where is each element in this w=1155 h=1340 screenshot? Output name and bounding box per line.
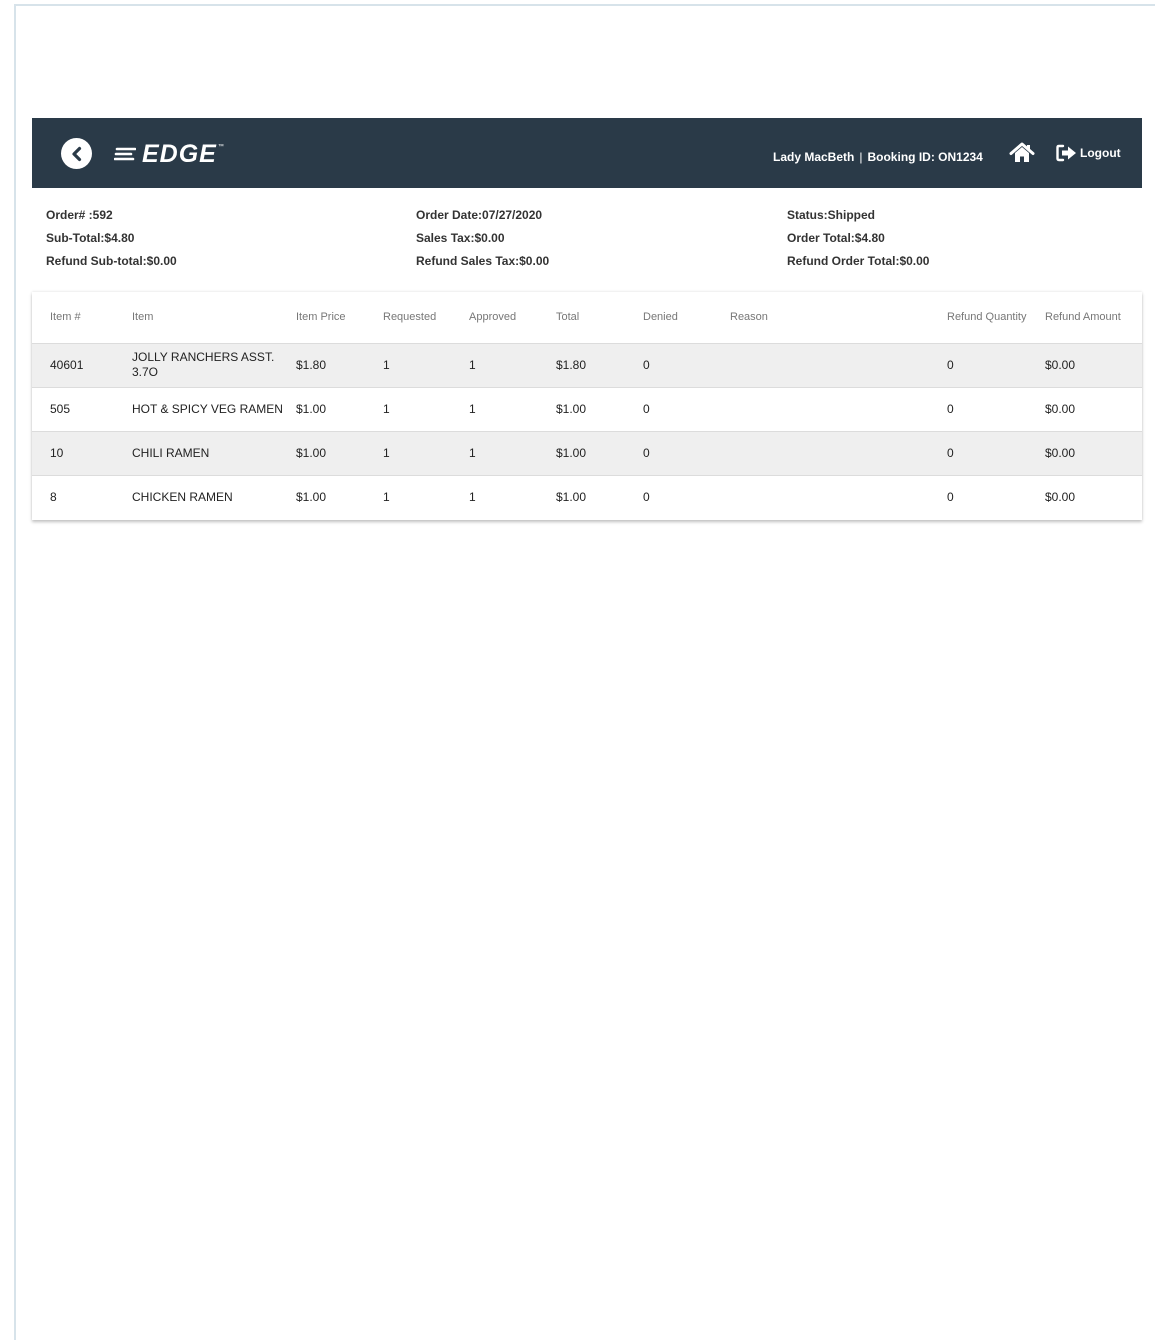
column-header: Requested <box>365 292 451 344</box>
cell-refund-quantity: 0 <box>947 489 954 504</box>
sub-total: Sub-Total:$4.80 <box>46 231 135 245</box>
cell-reason <box>712 431 929 476</box>
cell-item-price: $1.80 <box>278 343 365 388</box>
order-total: Order Total:$4.80 <box>787 231 885 245</box>
order-number: Order# :592 <box>46 208 113 222</box>
column-header: Total <box>538 292 625 344</box>
logo-bars-icon <box>114 147 136 161</box>
cell-item-name: JOLLY RANCHERS ASST. 3.7O <box>114 343 278 388</box>
edge-logo: EDGE ™ <box>114 140 224 168</box>
table-row: 10 CHILI RAMEN $1.00 1 1 $1.00 0 0 $0.00 <box>32 431 1142 476</box>
cell-denied: 0 <box>625 387 712 432</box>
cell-item-number: 505 <box>32 387 114 432</box>
order-items-table: Item # Item Item Price Requested Approve… <box>32 292 1142 520</box>
cell-refund-quantity: 0 <box>929 431 1027 476</box>
top-navbar: EDGE ™ Lady MacBeth | Booking ID: ON1234 L… <box>32 118 1142 188</box>
cell-requested: 1 <box>365 343 451 388</box>
refund-sub-total: Refund Sub-total:$0.00 <box>46 254 177 268</box>
order-date: Order Date:07/27/2020 <box>416 208 543 222</box>
cell-item-number: 10 <box>32 431 114 476</box>
cell-item-price: $1.00 <box>296 489 327 504</box>
cell-requested: 1 <box>365 431 451 476</box>
column-header: Item <box>114 292 278 344</box>
summary-column-1: Order# :592 Sub-Total:$4.80 Refund Sub-t… <box>46 208 177 277</box>
cell-approved: 1 <box>451 431 538 476</box>
column-header: Refund Quantity <box>929 292 1027 344</box>
refund-sales-tax: Refund Sales Tax:$0.00 <box>416 254 550 268</box>
cell-refund-amount: $0.00 <box>1027 431 1142 476</box>
cell-total: $1.00 <box>538 431 625 476</box>
logo-trademark: ™ <box>217 144 224 150</box>
cell-refund-amount: $0.00 <box>1045 489 1076 504</box>
refund-order-total: Refund Order Total:$0.00 <box>787 254 930 268</box>
home-icon <box>1009 142 1035 162</box>
table-row: 505 HOT & SPICY VEG RAMEN $1.00 1 1 $1.0… <box>32 387 1142 432</box>
table-row: 8 CHICKEN RAMEN $1.00 1 1 $1.00 0 0 $0.0… <box>32 475 1142 519</box>
sales-tax: Sales Tax:$0.00 <box>416 231 505 245</box>
table-row: 40601 JOLLY RANCHERS ASST. 3.7O $1.80 1 … <box>32 343 1142 388</box>
cell-total: $1.80 <box>538 343 625 388</box>
order-status: Status:Shipped <box>787 208 876 222</box>
logout-label: Logout <box>1080 146 1121 160</box>
header-separator: | <box>859 150 863 164</box>
back-circle-icon <box>71 146 81 161</box>
table-header-row: Item # Item Item Price Requested Approve… <box>32 292 1142 344</box>
column-header: Denied <box>625 292 712 344</box>
cell-refund-quantity: 0 <box>929 387 1027 432</box>
cell-denied: 0 <box>625 431 712 476</box>
home-button[interactable] <box>1009 142 1035 164</box>
cell-refund-amount: $0.00 <box>1027 343 1142 388</box>
cell-refund-quantity: 0 <box>929 343 1027 388</box>
column-header: Reason <box>712 292 929 344</box>
user-name: Lady MacBeth <box>773 150 855 164</box>
cell-item-name: CHICKEN RAMEN <box>132 489 233 504</box>
logout-button[interactable]: Logout <box>1056 144 1121 162</box>
cell-denied: 0 <box>643 489 650 504</box>
cell-approved: 1 <box>451 343 538 388</box>
summary-column-3: Status:Shipped Order Total:$4.80 Refund … <box>787 208 929 277</box>
cell-reason <box>712 475 929 519</box>
back-button[interactable] <box>61 138 92 169</box>
column-header: Item # <box>32 292 114 344</box>
logo-text: EDGE <box>142 139 217 168</box>
column-header: Refund Amount <box>1027 292 1142 344</box>
cell-requested: 1 <box>365 387 451 432</box>
logout-icon <box>1056 144 1076 162</box>
cell-item-number: 8 <box>50 489 57 504</box>
cell-reason <box>712 343 929 388</box>
cell-item-price: $1.00 <box>278 387 365 432</box>
cell-denied: 0 <box>625 343 712 388</box>
cell-item-name: CHILI RAMEN <box>114 431 278 476</box>
column-header: Item Price <box>278 292 365 344</box>
cell-refund-amount: $0.00 <box>1027 387 1142 432</box>
cell-total: $1.00 <box>556 489 587 504</box>
cell-item-name: HOT & SPICY VEG RAMEN <box>114 387 283 432</box>
summary-column-2: Order Date:07/27/2020 Sales Tax:$0.00 Re… <box>416 208 549 277</box>
cell-total: $1.00 <box>538 387 625 432</box>
cell-item-price: $1.00 <box>278 431 365 476</box>
cell-item-number: 40601 <box>32 343 114 388</box>
cell-approved: 1 <box>469 489 476 504</box>
booking-id: Booking ID: ON1234 <box>867 150 983 164</box>
cell-reason <box>712 387 929 432</box>
order-summary: Order# :592 Sub-Total:$4.80 Refund Sub-t… <box>32 188 1142 290</box>
column-header: Approved <box>451 292 538 344</box>
user-info: Lady MacBeth | Booking ID: ON1234 <box>773 150 983 164</box>
cell-approved: 1 <box>451 387 538 432</box>
cell-requested: 1 <box>383 489 390 504</box>
